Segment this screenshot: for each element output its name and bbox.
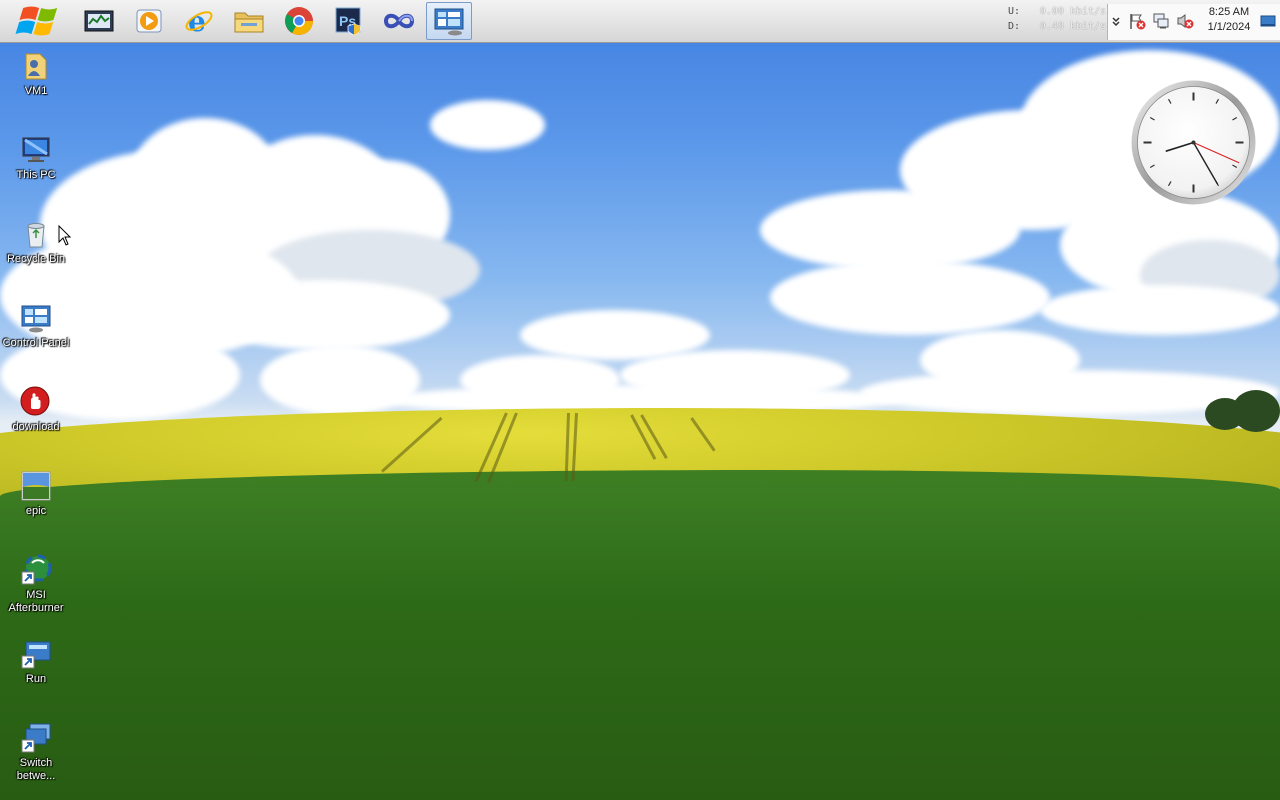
computer-icon [22, 137, 50, 162]
start-orb-icon [15, 6, 58, 36]
task-manager-icon [84, 10, 114, 32]
volume-muted-icon[interactable] [1176, 12, 1194, 30]
internet-explorer-button[interactable]: e [176, 2, 222, 40]
switch-windows-shortcut-icon [21, 723, 51, 753]
desktop-icon-label: Run [25, 673, 47, 685]
afterburner-shortcut-icon [21, 554, 52, 585]
upload-label: U: [1008, 6, 1021, 17]
chrome-icon [285, 7, 313, 35]
desktop-icon-msi-afterburner[interactable]: MSI Afterburner [2, 554, 70, 615]
show-desktop-icon[interactable] [1260, 14, 1276, 28]
taskbar-clock[interactable]: 8:25 AM 1/1/2024 [1196, 5, 1262, 35]
desktop-icon-label: Control Panel [2, 337, 70, 349]
media-player-button[interactable] [126, 2, 172, 40]
desktop-icon-vm1[interactable]: VM1 [2, 50, 70, 98]
start-button[interactable] [6, 0, 64, 42]
clock-gadget[interactable] [1130, 79, 1257, 206]
download-label: D: [1008, 21, 1021, 32]
infinity-app-icon [383, 13, 415, 29]
upload-speed: 0.00 kbit/s [1039, 6, 1106, 17]
taskbar: e Ps U: 0.00 kbit/s D: 0.48 kbit/s 8:25 … [0, 0, 1280, 43]
network-icon[interactable] [1152, 12, 1170, 30]
network-speed-monitor: U: 0.00 kbit/s D: 0.48 kbit/s [1008, 6, 1106, 38]
control-panel-icon [434, 8, 464, 36]
file-explorer-icon [234, 12, 264, 33]
desktop-icon-label: epic [25, 505, 47, 517]
infinity-app-button[interactable] [376, 2, 422, 40]
desktop-icon-download[interactable]: download [2, 386, 70, 434]
show-hidden-chevron-icon[interactable] [1112, 16, 1120, 28]
desktop-icon-label: MSI Afterburner [8, 589, 64, 614]
clock-date: 1/1/2024 [1207, 21, 1251, 33]
photoshop-button[interactable]: Ps [326, 2, 372, 40]
desktop-icon-label: This PC [16, 169, 56, 181]
desktop-icon-control-panel[interactable]: Control Panel [2, 302, 70, 350]
desktop-icon-epic[interactable]: epic [2, 470, 70, 518]
download-hand-icon [20, 386, 50, 416]
internet-explorer-icon: e [185, 6, 213, 36]
action-center-flag-icon[interactable] [1128, 12, 1146, 30]
chrome-button[interactable] [276, 2, 322, 40]
image-file-icon [21, 471, 51, 501]
desktop-icon-this-pc[interactable]: This PC [2, 134, 70, 182]
download-speed: 0.48 kbit/s [1039, 21, 1106, 32]
desktop-icon-run[interactable]: Run [2, 638, 70, 686]
control-panel-icon [21, 305, 51, 333]
user-folder-icon [25, 53, 47, 80]
recycle-bin-icon [27, 223, 45, 248]
desktop-icon-switch-between-windows[interactable]: Switch betwe... [2, 722, 70, 783]
desktop-icon-label: VM1 [24, 85, 48, 97]
file-explorer-button[interactable] [226, 2, 272, 40]
desktop-icon-label: Recycle Bin [6, 253, 66, 265]
desktop-wallpaper [0, 0, 1280, 800]
control-panel-button[interactable] [426, 2, 472, 40]
desktop-icon-label: Switch betwe... [16, 757, 56, 782]
photoshop-icon: Ps [335, 7, 361, 36]
run-shortcut-icon [21, 641, 51, 669]
desktop-icon-label: download [12, 421, 60, 433]
media-player-icon [136, 9, 162, 33]
task-manager-button[interactable] [76, 2, 122, 40]
mouse-pointer-icon [58, 225, 72, 246]
clock-time: 8:25 AM [1208, 6, 1250, 18]
